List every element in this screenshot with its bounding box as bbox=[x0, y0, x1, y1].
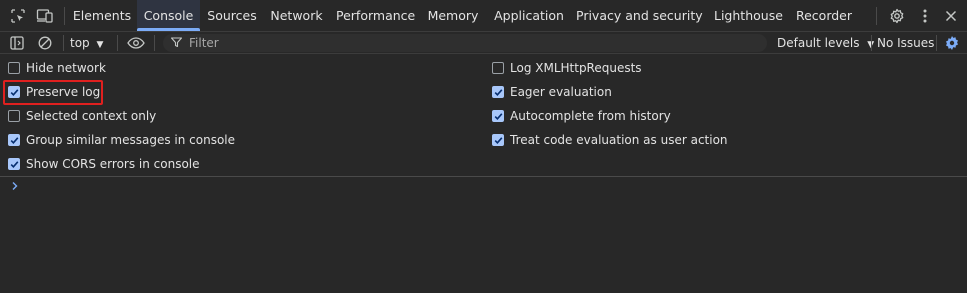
setting-show-cors-errors[interactable]: Show CORS errors in console bbox=[8, 154, 200, 174]
checkbox[interactable] bbox=[492, 134, 504, 146]
tab-recorder[interactable]: Recorder bbox=[794, 0, 854, 32]
console-prompt-chevron-icon bbox=[12, 182, 18, 190]
gear-icon[interactable] bbox=[887, 6, 907, 26]
setting-eager-evaluation[interactable]: Eager evaluation bbox=[492, 82, 612, 102]
sidebar-toggle-icon[interactable] bbox=[7, 33, 27, 53]
context-label: top bbox=[70, 36, 90, 50]
separator bbox=[876, 7, 877, 25]
setting-label: Treat code evaluation as user action bbox=[510, 133, 728, 147]
tab-lighthouse[interactable]: Lighthouse bbox=[714, 0, 783, 32]
console-output[interactable] bbox=[0, 178, 967, 293]
filter-input[interactable] bbox=[189, 34, 749, 52]
checkbox[interactable] bbox=[8, 62, 20, 74]
device-toolbar-icon[interactable] bbox=[35, 6, 55, 26]
setting-autocomplete-from-history[interactable]: Autocomplete from history bbox=[492, 106, 671, 126]
separator bbox=[63, 35, 64, 51]
tab-performance[interactable]: Performance bbox=[336, 0, 415, 32]
setting-hide-network[interactable]: Hide network bbox=[8, 58, 106, 78]
console-settings-pane: Hide network Preserve log Selected conte… bbox=[0, 55, 967, 177]
chevron-down-icon: ▼ bbox=[96, 40, 104, 50]
setting-log-xmlhttprequests[interactable]: Log XMLHttpRequests bbox=[492, 58, 642, 78]
setting-selected-context-only[interactable]: Selected context only bbox=[8, 106, 156, 126]
separator bbox=[936, 35, 937, 51]
tab-application[interactable]: Application bbox=[492, 0, 566, 32]
setting-label: Autocomplete from history bbox=[510, 109, 671, 123]
separator bbox=[117, 35, 118, 51]
tab-privacy-and-security[interactable]: Privacy and security bbox=[576, 0, 703, 32]
setting-label: Group similar messages in console bbox=[26, 133, 235, 147]
separator bbox=[871, 35, 872, 51]
setting-label: Show CORS errors in console bbox=[26, 157, 200, 171]
checkbox[interactable] bbox=[8, 110, 20, 122]
inspect-element-icon[interactable] bbox=[8, 6, 28, 26]
tab-network[interactable]: Network bbox=[268, 0, 325, 32]
checkbox[interactable] bbox=[8, 134, 20, 146]
more-options-icon[interactable] bbox=[915, 6, 935, 26]
separator bbox=[154, 35, 155, 51]
live-expression-eye-icon[interactable] bbox=[126, 33, 146, 53]
console-toolbar: top ▼ Default levels ▼ No Issues bbox=[0, 32, 967, 54]
checkbox[interactable] bbox=[492, 62, 504, 74]
checkbox[interactable] bbox=[492, 110, 504, 122]
tab-sources[interactable]: Sources bbox=[206, 0, 258, 32]
log-levels-dropdown[interactable]: Default levels ▼ bbox=[777, 32, 874, 54]
setting-label: Eager evaluation bbox=[510, 85, 612, 99]
console-settings-gear-icon[interactable] bbox=[942, 33, 962, 53]
tab-memory[interactable]: Memory bbox=[426, 0, 480, 32]
tab-elements[interactable]: Elements bbox=[72, 0, 132, 32]
setting-treat-code-evaluation-as-user-action[interactable]: Treat code evaluation as user action bbox=[492, 130, 728, 150]
active-tab-indicator bbox=[137, 28, 200, 31]
setting-label: Log XMLHttpRequests bbox=[510, 61, 642, 75]
separator bbox=[64, 7, 65, 25]
highlight-annotation bbox=[3, 80, 103, 105]
filter-icon bbox=[171, 37, 182, 48]
checkbox[interactable] bbox=[492, 86, 504, 98]
devtools-tab-bar: Elements Console Sources Network Perform… bbox=[0, 0, 967, 32]
context-selector[interactable]: top ▼ bbox=[70, 32, 103, 54]
checkbox[interactable] bbox=[8, 158, 20, 170]
clear-console-icon[interactable] bbox=[35, 33, 55, 53]
setting-group-similar-messages[interactable]: Group similar messages in console bbox=[8, 130, 235, 150]
issues-counter[interactable]: No Issues bbox=[877, 32, 934, 54]
setting-label: Selected context only bbox=[26, 109, 157, 123]
close-icon[interactable] bbox=[941, 6, 961, 26]
setting-label: Hide network bbox=[26, 61, 106, 75]
filter-box[interactable] bbox=[163, 34, 767, 52]
log-levels-label: Default levels bbox=[777, 36, 860, 50]
